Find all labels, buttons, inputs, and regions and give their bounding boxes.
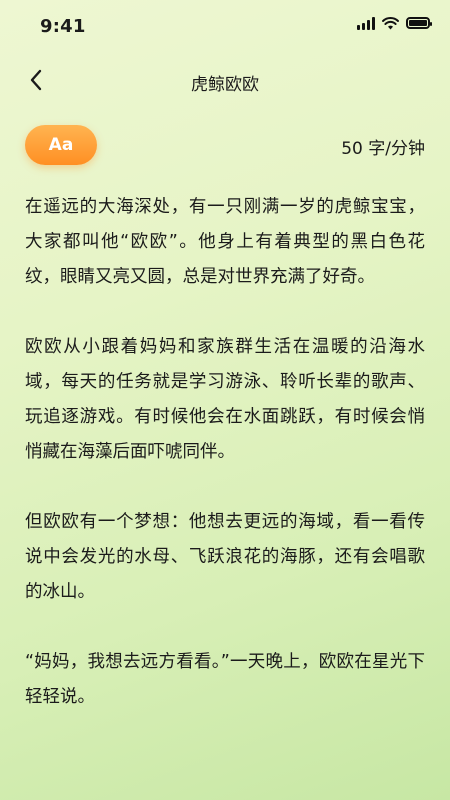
nav-bar: 虎鲸欧欧 (0, 58, 450, 102)
cellular-signal-icon (357, 16, 375, 30)
status-time: 9:41 (40, 16, 86, 37)
wifi-icon (382, 16, 399, 29)
reading-speed-label: 50 字/分钟 (341, 139, 425, 159)
story-paragraph: 欧欧从小跟着妈妈和家族群生活在温暖的沿海水域，每天的任务就是学习游泳、聆听长辈的… (25, 337, 425, 462)
story-text: 在遥远的大海深处，有一只刚满一岁的虎鲸宝宝，大家都叫他“欧欧”。他身上有着典型的… (25, 190, 425, 750)
status-icons (357, 16, 432, 30)
status-bar: 9:41 (0, 0, 450, 48)
font-size-button[interactable]: Aa (25, 125, 97, 165)
story-paragraph: “妈妈，我想去远方看看。”一天晚上，欧欧在星光下轻轻说。 (25, 652, 425, 707)
story-paragraph: 在遥远的大海深处，有一只刚满一岁的虎鲸宝宝，大家都叫他“欧欧”。他身上有着典型的… (25, 197, 425, 287)
story-paragraph: 但欧欧有一个梦想：他想去更远的海域，看一看传说中会发光的水母、飞跃浪花的海豚，还… (25, 512, 425, 602)
page-title: 虎鲸欧欧 (191, 75, 259, 95)
battery-icon (406, 17, 432, 29)
